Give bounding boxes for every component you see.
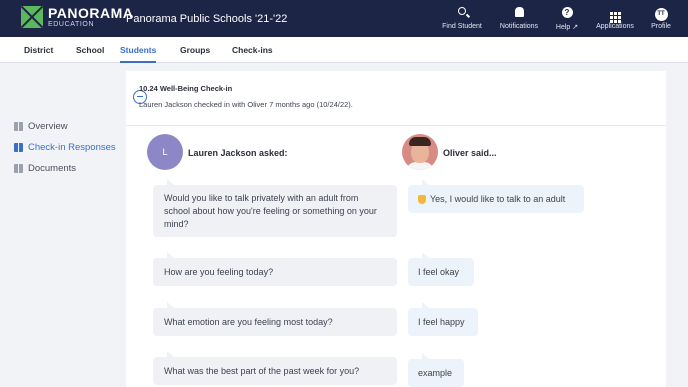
avatar-icon: TT [654, 8, 668, 21]
question-bubble: Would you like to talk privately with an… [153, 179, 397, 237]
answer-bubble: I feel okay [408, 252, 474, 286]
panorama-logo[interactable]: PANORAMA EDUCATION [21, 6, 133, 28]
sidebar-item-check-in-responses[interactable]: Check-in Responses [14, 142, 116, 153]
help-icon: ? [561, 7, 573, 18]
book-icon [14, 143, 23, 152]
tab-students[interactable]: Students [120, 37, 157, 63]
check-in-panel: 10.24 Well-Being Check-in Lauren Jackson… [126, 71, 666, 387]
help-button[interactable]: ? Help ↗ [553, 6, 581, 34]
sidebar-item-overview[interactable]: Overview [14, 121, 68, 132]
sidebar-item-label: Overview [28, 121, 68, 132]
check-in-title: 10.24 Well-Being Check-in [139, 84, 233, 93]
overview-icon [14, 122, 23, 131]
answer-bubble: I feel happy [408, 302, 478, 336]
tab-school[interactable]: School [76, 37, 104, 63]
document-icon [14, 164, 23, 173]
check-in-subtitle: Lauren Jackson checked in with Oliver 7 … [139, 100, 353, 109]
logo-icon [21, 6, 43, 28]
tab-groups[interactable]: Groups [180, 37, 210, 63]
student-avatar [402, 134, 438, 170]
logo-name: PANORAMA [48, 5, 134, 21]
find-student-button[interactable]: Find Student [440, 6, 484, 34]
student-label: Oliver said... [443, 148, 497, 158]
applications-button[interactable]: Applications [593, 6, 637, 34]
tab-district[interactable]: District [24, 37, 53, 63]
app-title: Panorama Public Schools '21-'22 [126, 13, 288, 25]
top-navbar: PANORAMA EDUCATION Panorama Public Schoo… [0, 0, 688, 37]
conversation: L Lauren Jackson asked: Oliver said... W… [126, 127, 666, 387]
sidebar-item-label: Documents [28, 163, 77, 174]
bell-icon [514, 7, 524, 17]
search-icon [458, 7, 466, 15]
question-bubble: How are you feeling today? [153, 252, 397, 286]
profile-button[interactable]: TT Profile [648, 6, 674, 34]
logo-subtitle: EDUCATION [48, 21, 95, 28]
sidebar-item-label: Check-in Responses [28, 142, 116, 153]
grid-icon [609, 12, 621, 23]
sidebar-item-documents[interactable]: Documents [14, 163, 76, 174]
tab-check-ins[interactable]: Check-ins [232, 37, 273, 63]
notifications-button[interactable]: Notifications [496, 6, 542, 34]
question-bubble: What was the best part of the past week … [153, 351, 397, 385]
section-tabs: District School Students Groups Check-in… [0, 37, 688, 63]
asker-avatar: L [147, 134, 183, 170]
check-in-header: 10.24 Well-Being Check-in Lauren Jackson… [126, 71, 666, 126]
asker-label: Lauren Jackson asked: [188, 148, 288, 158]
raised-hand-emoji-icon [418, 194, 426, 204]
answer-bubble: Yes, I would like to talk to an adult [408, 179, 584, 213]
question-bubble: What emotion are you feeling most today? [153, 302, 397, 336]
answer-bubble: example [408, 353, 464, 387]
